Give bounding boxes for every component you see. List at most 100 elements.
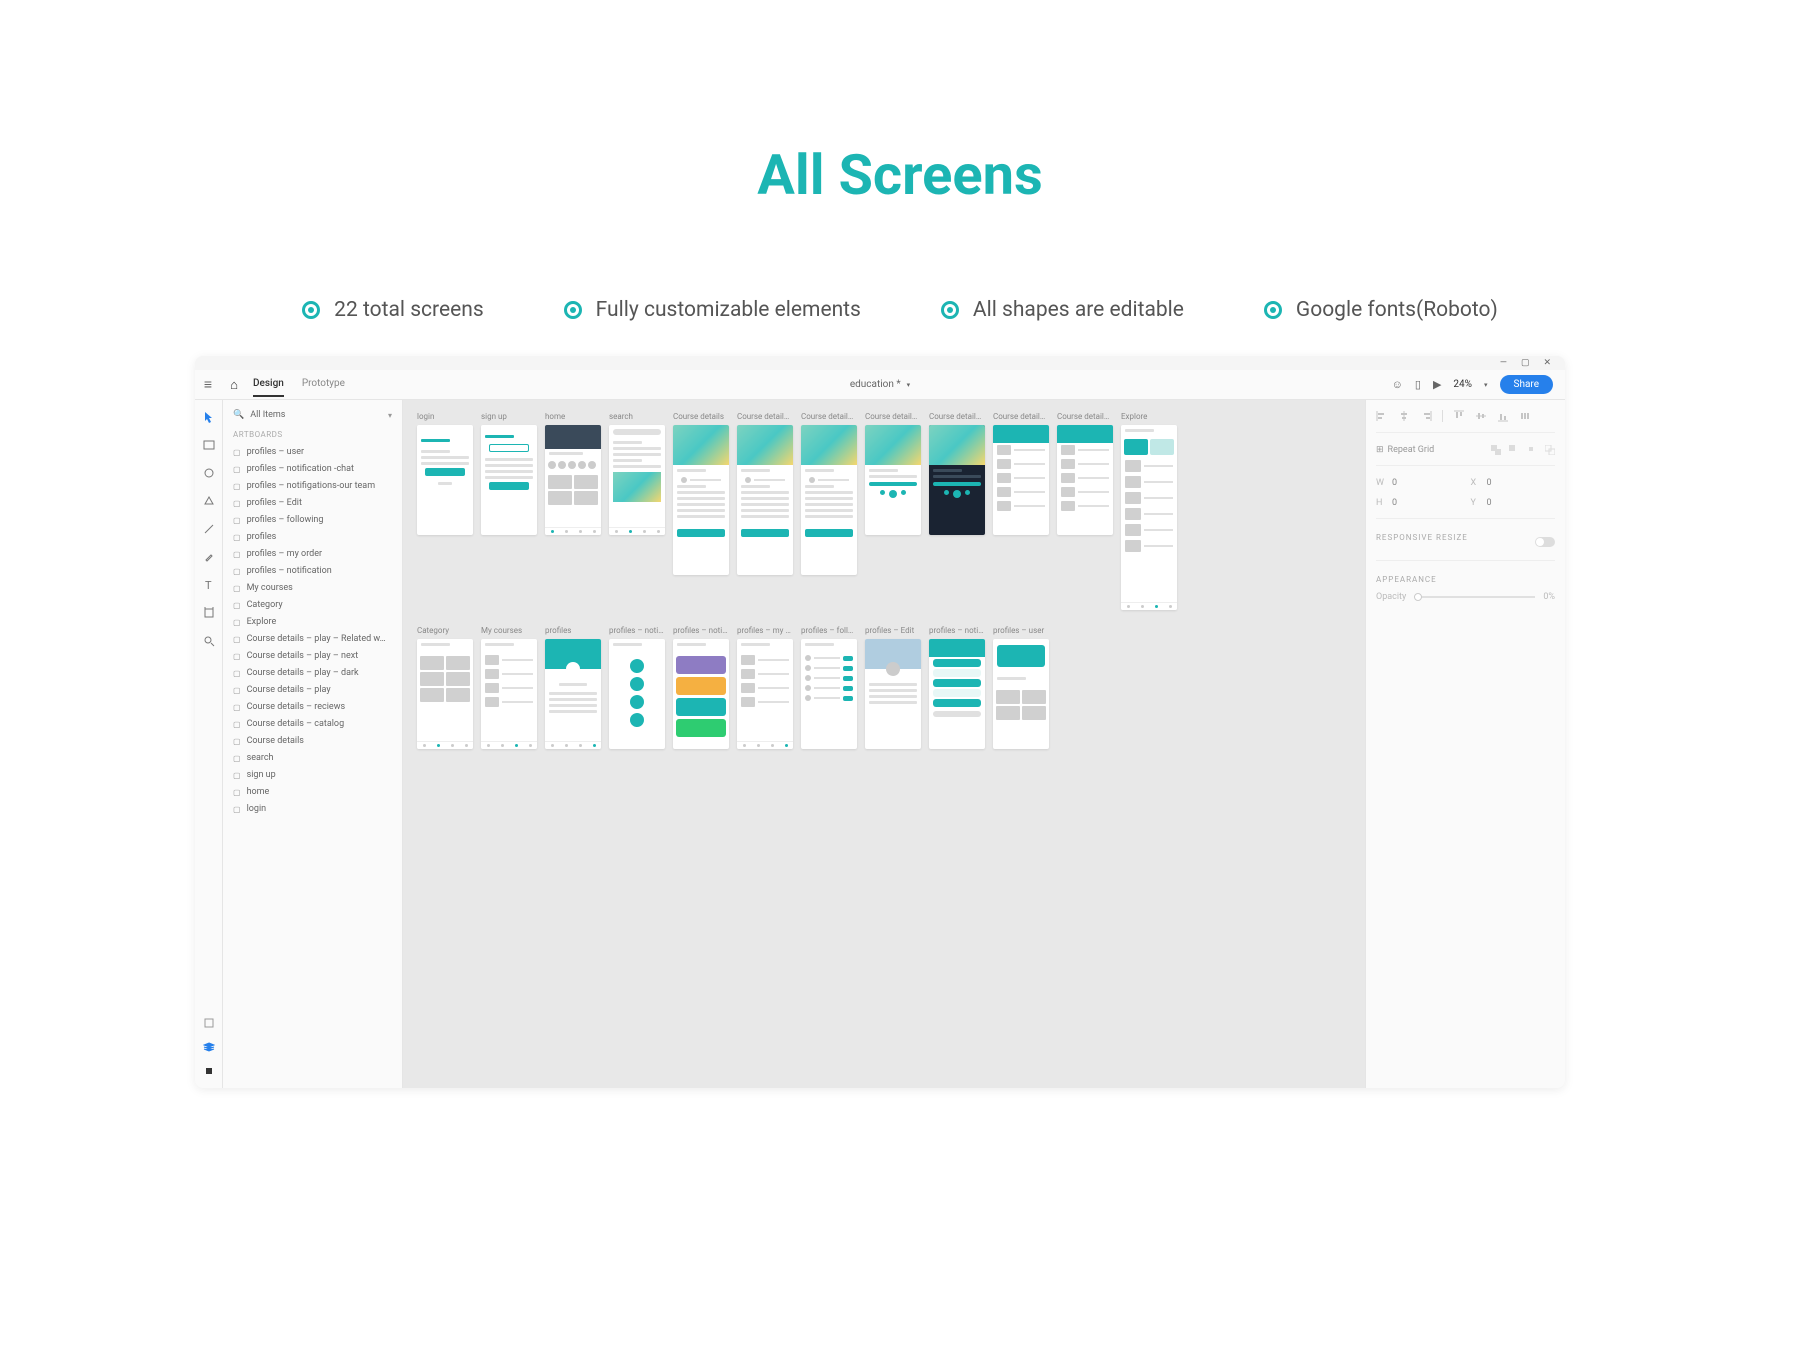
text-tool[interactable]: T [202, 578, 216, 592]
artboard-screen[interactable] [801, 639, 857, 749]
artboard-screen[interactable] [865, 639, 921, 749]
align-left-icon[interactable] [1376, 410, 1388, 422]
artboard-item[interactable]: ▢Category [233, 598, 392, 612]
artboard[interactable]: Course details – … [1057, 412, 1113, 610]
artboard-screen[interactable] [545, 425, 601, 535]
repeat-grid-button[interactable]: ⊞Repeat Grid [1376, 445, 1434, 455]
artboard[interactable]: Category [417, 626, 473, 749]
artboard-screen[interactable] [993, 639, 1049, 749]
artboard-item[interactable]: ▢profiles [233, 530, 392, 544]
artboard[interactable]: home [545, 412, 601, 610]
artboard[interactable]: profiles – user [993, 626, 1049, 749]
layers-search[interactable]: 🔍 All Items ▾ [233, 410, 392, 420]
responsive-toggle[interactable] [1535, 537, 1555, 547]
zoom-level[interactable]: 24% [1453, 379, 1472, 390]
artboard-label[interactable]: Course details – … [1057, 412, 1113, 421]
menu-icon[interactable]: ≡ [195, 376, 221, 393]
artboard-label[interactable]: Course details – … [865, 412, 921, 421]
minimize-button[interactable]: — [1500, 358, 1507, 368]
artboard[interactable]: Course details [673, 412, 729, 610]
artboard-screen[interactable] [545, 639, 601, 749]
play-icon[interactable]: ▶ [1433, 378, 1441, 391]
artboard-item[interactable]: ▢Course details [233, 734, 392, 748]
width-field[interactable]: W0 [1376, 478, 1461, 488]
tab-prototype[interactable]: Prototype [302, 372, 345, 397]
artboard-item[interactable]: ▢home [233, 785, 392, 799]
align-center-v-icon[interactable] [1475, 410, 1487, 422]
artboard-item[interactable]: ▢profiles – notification -chat [233, 462, 392, 476]
artboard-screen[interactable] [737, 425, 793, 575]
ellipse-tool[interactable] [202, 466, 216, 480]
artboard-item[interactable]: ▢search [233, 751, 392, 765]
artboard-label[interactable]: Course details [673, 412, 729, 421]
canvas[interactable]: loginsign uphomesearchCourse detailsCour… [403, 400, 1365, 1088]
artboard-item[interactable]: ▢Course details – play – next [233, 649, 392, 663]
share-button[interactable]: Share [1500, 375, 1553, 394]
artboard[interactable]: login [417, 412, 473, 610]
boolean-exclude-icon[interactable] [1545, 445, 1555, 455]
artboard-label[interactable]: My courses [481, 626, 537, 635]
artboard[interactable]: My courses [481, 626, 537, 749]
artboard-screen[interactable] [481, 639, 537, 749]
plugins-icon[interactable] [202, 1064, 216, 1078]
artboard[interactable]: profiles – followi… [801, 626, 857, 749]
maximize-button[interactable]: ▢ [1521, 358, 1530, 368]
artboard[interactable]: profiles – Edit [865, 626, 921, 749]
artboard[interactable]: profiles – notific… [929, 626, 985, 749]
artboard-screen[interactable] [609, 425, 665, 535]
artboard-screen[interactable] [1121, 425, 1177, 610]
artboard-label[interactable]: profiles – notifi… [609, 626, 665, 635]
artboard-label[interactable]: profiles [545, 626, 601, 635]
artboard-item[interactable]: ▢Course details – play [233, 683, 392, 697]
artboard-label[interactable]: profiles – Edit [865, 626, 921, 635]
artboard-item[interactable]: ▢login [233, 802, 392, 816]
artboard[interactable]: Course details – … [929, 412, 985, 610]
x-field[interactable]: X0 [1471, 478, 1556, 488]
zoom-tool[interactable] [202, 634, 216, 648]
artboard[interactable]: search [609, 412, 665, 610]
artboard-item[interactable]: ▢profiles – user [233, 445, 392, 459]
distribute-icon[interactable] [1519, 410, 1531, 422]
opacity-control[interactable]: Opacity 0% [1376, 592, 1555, 602]
artboard-screen[interactable] [609, 639, 665, 749]
line-tool[interactable] [202, 522, 216, 536]
artboard-label[interactable]: Category [417, 626, 473, 635]
artboard-item[interactable]: ▢profiles – notifigations-our team [233, 479, 392, 493]
artboard-screen[interactable] [865, 425, 921, 535]
artboard-item[interactable]: ▢My courses [233, 581, 392, 595]
artboard-screen[interactable] [801, 425, 857, 575]
pen-tool[interactable] [202, 550, 216, 564]
artboard[interactable]: Course details – … [737, 412, 793, 610]
artboard-item[interactable]: ▢Course details – reciews [233, 700, 392, 714]
artboard-screen[interactable] [1057, 425, 1113, 535]
user-icon[interactable]: ☺ [1392, 378, 1403, 391]
boolean-subtract-icon[interactable] [1509, 445, 1519, 455]
artboard-item[interactable]: ▢Course details – catalog [233, 717, 392, 731]
device-icon[interactable]: ▯ [1415, 378, 1421, 391]
artboard[interactable]: Course details – … [801, 412, 857, 610]
artboard[interactable]: profiles – notigi… [673, 626, 729, 749]
align-right-icon[interactable] [1420, 410, 1432, 422]
height-field[interactable]: H0 [1376, 498, 1461, 508]
artboard-label[interactable]: profiles – my ord… [737, 626, 793, 635]
artboard-item[interactable]: ▢profiles – notification [233, 564, 392, 578]
tab-design[interactable]: Design [253, 372, 284, 397]
rectangle-tool[interactable] [202, 438, 216, 452]
artboard-screen[interactable] [929, 425, 985, 535]
polygon-tool[interactable] [202, 494, 216, 508]
artboard-label[interactable]: search [609, 412, 665, 421]
artboard-label[interactable]: login [417, 412, 473, 421]
artboard[interactable]: Course details – … [993, 412, 1049, 610]
artboard-label[interactable]: Course details – … [801, 412, 857, 421]
artboard-screen[interactable] [993, 425, 1049, 535]
assets-icon[interactable] [202, 1016, 216, 1030]
artboard-item[interactable]: ▢Course details – play – Related w… [233, 632, 392, 646]
close-button[interactable]: ✕ [1543, 358, 1551, 368]
home-icon[interactable]: ⌂ [221, 377, 247, 393]
artboard-item[interactable]: ▢profiles – my order [233, 547, 392, 561]
artboard-label[interactable]: Course details – … [929, 412, 985, 421]
artboard-tool[interactable] [202, 606, 216, 620]
artboard-item[interactable]: ▢profiles – Edit [233, 496, 392, 510]
artboard[interactable]: profiles – notifi… [609, 626, 665, 749]
artboard-label[interactable]: Explore [1121, 412, 1177, 421]
